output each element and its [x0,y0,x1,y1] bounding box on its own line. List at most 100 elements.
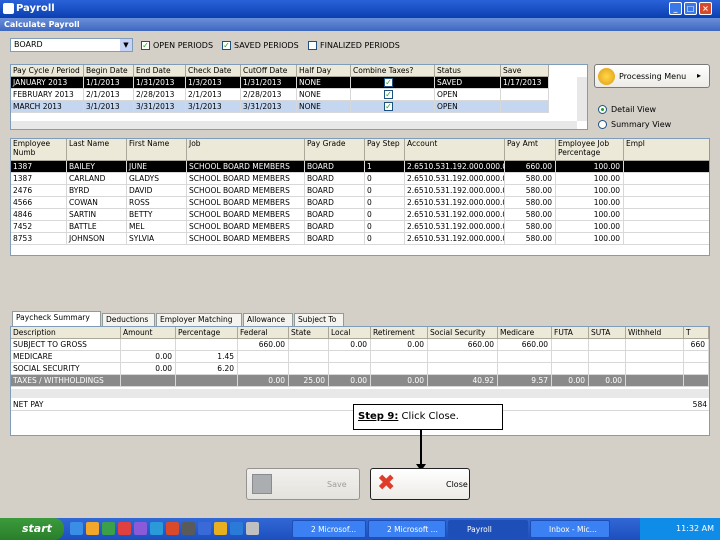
periods-cell[interactable]: 1/31/2013 [134,77,186,89]
employee-cell[interactable]: 1 [365,161,405,173]
periods-cell[interactable]: 1/3/2013 [186,77,241,89]
employee-header-cell[interactable]: Employee Job Percentage [556,139,624,161]
combine-taxes-cell[interactable]: ✓ [351,89,435,101]
employee-cell[interactable]: 580.00 [505,233,556,245]
employee-cell[interactable]: SCHOOL BOARD MEMBERS [187,185,305,197]
combine-taxes-checkbox[interactable]: ✓ [384,102,393,111]
employee-cell[interactable]: JUNE [127,161,187,173]
employee-cell[interactable]: 580.00 [505,173,556,185]
summary-header-cell[interactable]: Withheld [626,327,684,339]
processing-menu-button[interactable]: Processing Menu ▸ [594,64,710,88]
periods-cell[interactable]: 2/1/2013 [84,89,134,101]
summary-header-cell[interactable]: State [289,327,329,339]
periods-cell[interactable]: 2/28/2013 [134,89,186,101]
employee-header-cell[interactable]: First Name [127,139,187,161]
employee-cell[interactable]: 2.6510.531.192.000.000.00 [405,221,505,233]
employee-cell[interactable]: JOHNSON [67,233,127,245]
maximize-button[interactable]: □ [684,2,697,15]
employee-cell[interactable]: 580.00 [505,209,556,221]
employee-cell[interactable]: 100.00 [556,209,624,221]
periods-header-cell[interactable]: Begin Date [84,65,134,77]
employee-cell[interactable] [624,209,709,221]
taskbar-task[interactable]: 2 Microsoft ... [368,520,446,538]
quicklaunch-icon[interactable] [230,522,243,535]
taskbar-task[interactable]: Inbox - Mic... [530,520,610,538]
summary-view-radio[interactable] [598,120,607,129]
employee-cell[interactable]: COWAN [67,197,127,209]
summary-header-cell[interactable]: Social Security [428,327,498,339]
summary-header-cell[interactable]: Retirement [371,327,428,339]
taskbar-task[interactable]: 2 Microsof... [292,520,366,538]
employee-cell[interactable]: SCHOOL BOARD MEMBERS [187,221,305,233]
combine-taxes-checkbox[interactable]: ✓ [384,90,393,99]
quicklaunch-icon[interactable] [166,522,179,535]
employee-cell[interactable]: BYRD [67,185,127,197]
employee-cell[interactable]: 2.6510.531.192.000.000.00 [405,185,505,197]
chevron-down-icon[interactable]: ▼ [120,39,132,51]
employee-cell[interactable]: 1387 [11,161,67,173]
periods-cell[interactable]: FEBRUARY 2013 [11,89,84,101]
quicklaunch-icon[interactable] [182,522,195,535]
close-window-button[interactable]: × [699,2,712,15]
employee-cell[interactable]: 2.6510.531.192.000.000.00 [405,197,505,209]
employee-cell[interactable]: 100.00 [556,233,624,245]
employee-header-cell[interactable]: Pay Amt [505,139,556,161]
finalized-periods-checkbox[interactable] [308,41,317,50]
employee-header-cell[interactable]: Empl [624,139,709,161]
open-periods-checkbox[interactable]: ✓ [141,41,150,50]
tab-allowance[interactable]: Allowance [243,313,293,326]
periods-cell[interactable]: 3/1/2013 [84,101,134,113]
employee-cell[interactable]: 2476 [11,185,67,197]
employee-cell[interactable]: 2.6510.531.192.000.000.00 [405,161,505,173]
employee-cell[interactable] [624,173,709,185]
periods-cell[interactable]: 1/1/2013 [84,77,134,89]
employee-cell[interactable]: BOARD [305,221,365,233]
periods-cell[interactable]: MARCH 2013 [11,101,84,113]
employee-cell[interactable]: 100.00 [556,161,624,173]
periods-header-cell[interactable]: Combine Taxes? [351,65,435,77]
employee-cell[interactable]: BOARD [305,161,365,173]
employee-cell[interactable]: 2.6510.531.192.000.000.00 [405,173,505,185]
periods-header-cell[interactable]: Status [435,65,501,77]
employee-cell[interactable] [624,221,709,233]
tab-subject-to[interactable]: Subject To [294,313,344,326]
periods-header-cell[interactable]: Pay Cycle / Period [11,65,84,77]
tab-employer-matching[interactable]: Employer Matching [156,313,242,326]
summary-scrollbar-h[interactable] [11,389,709,398]
employee-cell[interactable]: SCHOOL BOARD MEMBERS [187,233,305,245]
tab-paycheck-summary[interactable]: Paycheck Summary [12,311,101,326]
employee-cell[interactable]: 100.00 [556,221,624,233]
periods-header-cell[interactable]: CutOff Date [241,65,297,77]
employee-cell[interactable]: 100.00 [556,185,624,197]
employee-cell[interactable]: BOARD [305,173,365,185]
periods-header-cell[interactable]: Check Date [186,65,241,77]
periods-cell[interactable] [501,89,549,101]
employee-cell[interactable]: SCHOOL BOARD MEMBERS [187,197,305,209]
employee-cell[interactable]: 2.6510.531.192.000.000.00 [405,233,505,245]
employee-cell[interactable]: BOARD [305,185,365,197]
employee-cell[interactable] [624,233,709,245]
employee-cell[interactable]: SARTIN [67,209,127,221]
periods-scrollbar-v[interactable] [577,77,587,121]
combine-taxes-checkbox[interactable]: ✓ [384,78,393,87]
employee-header-cell[interactable]: Job [187,139,305,161]
quicklaunch-icon[interactable] [150,522,163,535]
employee-cell[interactable]: 100.00 [556,173,624,185]
employee-cell[interactable]: SCHOOL BOARD MEMBERS [187,161,305,173]
employee-cell[interactable]: BOARD [305,233,365,245]
periods-cell[interactable]: 2/1/2013 [186,89,241,101]
quicklaunch-icon[interactable] [102,522,115,535]
periods-cell[interactable]: 3/31/2013 [134,101,186,113]
save-button[interactable]: Save [246,468,360,500]
periods-cell[interactable] [501,101,549,113]
detail-view-radio[interactable] [598,105,607,114]
periods-header-cell[interactable]: Half Day [297,65,351,77]
periods-cell[interactable]: OPEN [435,89,501,101]
quicklaunch-icon[interactable] [246,522,259,535]
employee-cell[interactable]: BAILEY [67,161,127,173]
employee-cell[interactable]: 660.00 [505,161,556,173]
periods-cell[interactable]: 1/17/2013 [501,77,549,89]
employee-header-cell[interactable]: Last Name [67,139,127,161]
employee-cell[interactable]: MEL [127,221,187,233]
employee-cell[interactable]: 0 [365,173,405,185]
